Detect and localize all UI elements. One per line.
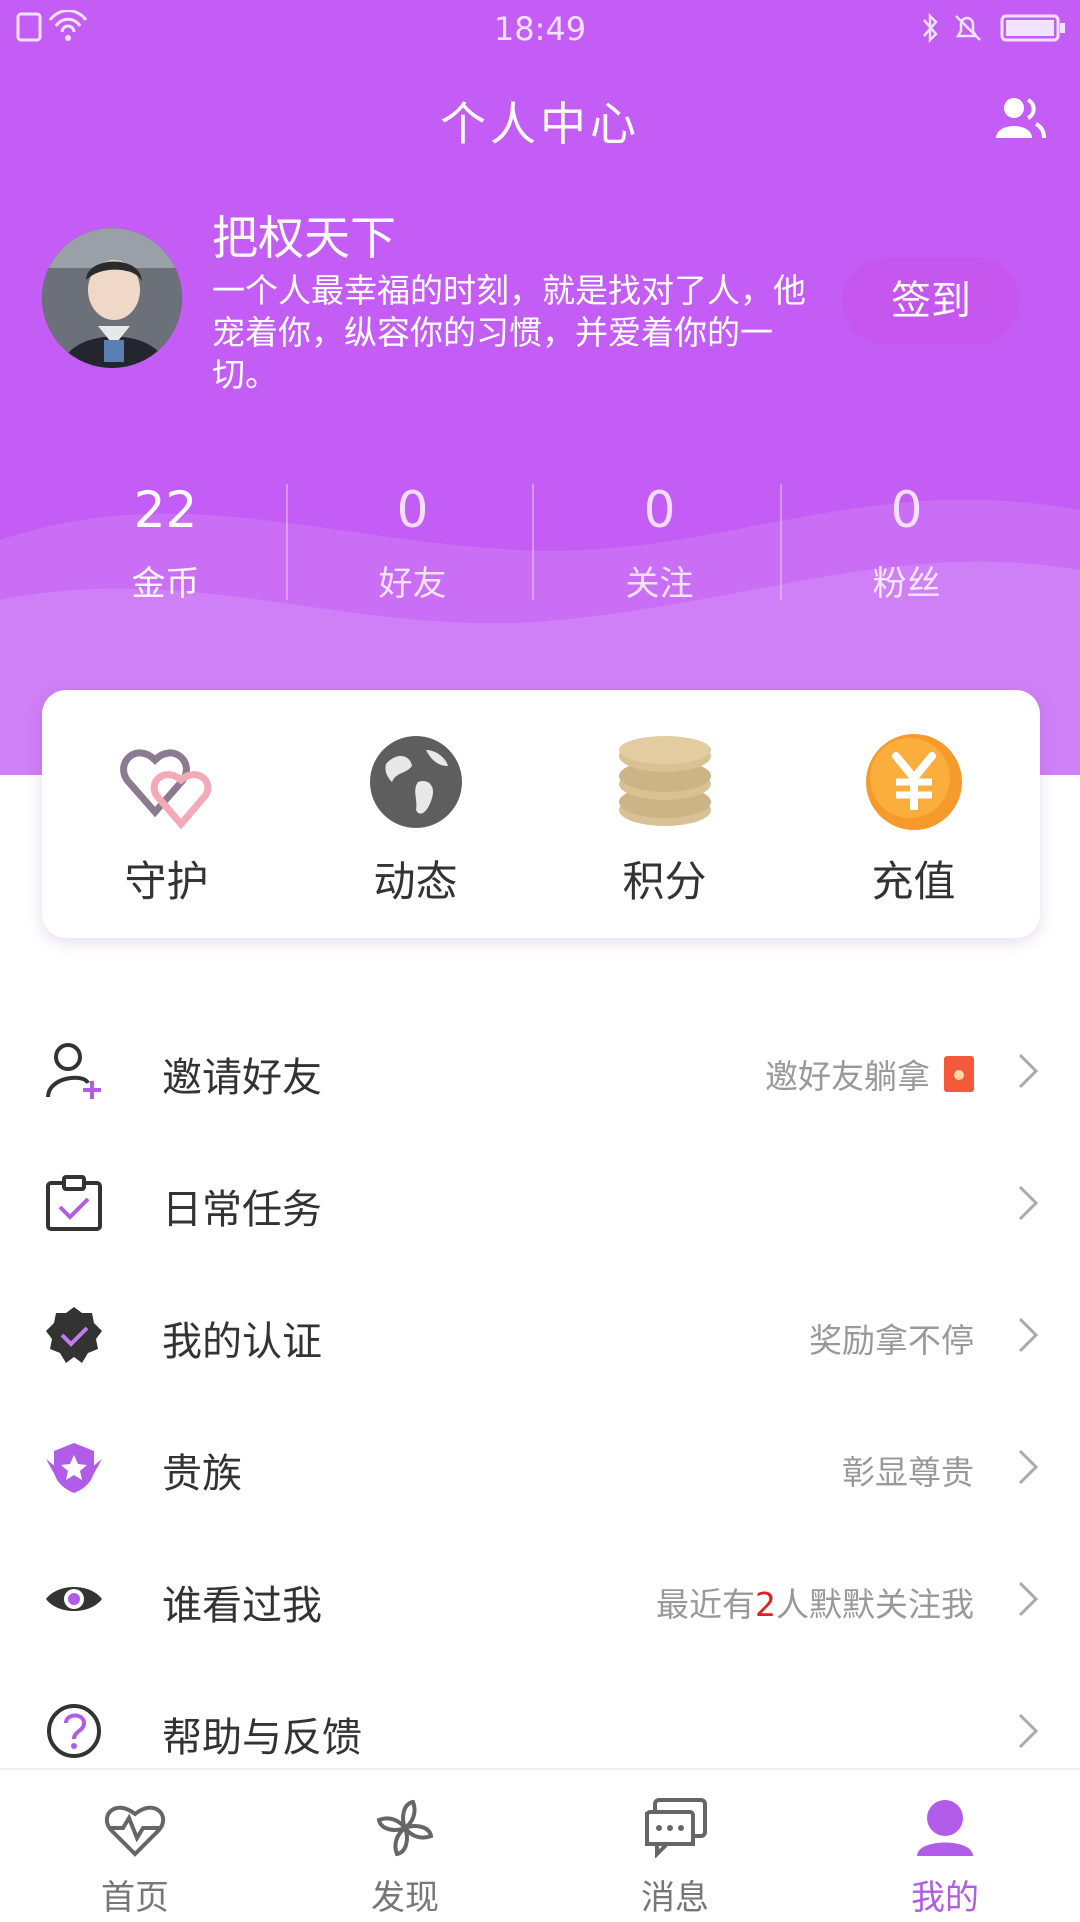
stat-divider — [532, 484, 534, 600]
menu-item-label: 日常任务 — [162, 1187, 322, 1233]
subtext-suffix: 人默默关注我 — [776, 1585, 974, 1624]
menu-item-noble[interactable]: 贵族 彰显尊贵 — [0, 1401, 1080, 1533]
pinwheel-icon — [376, 1799, 434, 1857]
menu-item-subtext: 邀好友躺拿 — [765, 1050, 974, 1098]
menu-item-label: 我的认证 — [162, 1319, 322, 1365]
visitor-count: 2 — [755, 1585, 776, 1624]
menu-item-label: 邀请好友 — [162, 1055, 322, 1101]
status-right-icons — [920, 12, 1070, 48]
stat-label: 好友 — [378, 564, 447, 604]
chevron-right-icon — [1018, 1713, 1039, 1749]
menu-item-subtext: 奖励拿不停 — [809, 1321, 974, 1360]
tab-messages[interactable]: 消息 — [540, 1770, 810, 1922]
quick-actions-card: 守护 动态 积分 充值 — [42, 690, 1040, 938]
chevron-right-icon — [1018, 1053, 1039, 1089]
verified-badge-icon — [46, 1307, 102, 1363]
quick-action-label: 充值 — [871, 857, 956, 906]
avatar[interactable] — [42, 228, 182, 368]
stat-value: 22 — [133, 481, 198, 539]
quick-action-recharge[interactable]: 充值 — [789, 690, 1038, 938]
battery-icon — [923, 12, 1065, 44]
menu-item-daily-tasks[interactable]: 日常任务 — [0, 1137, 1080, 1269]
menu-item-subtext: 最近有2人默默关注我 — [656, 1578, 974, 1626]
stat-divider — [780, 484, 782, 600]
chevron-right-icon — [1018, 1317, 1039, 1353]
contacts-icon[interactable] — [994, 96, 1046, 140]
chat-icon — [645, 1798, 707, 1858]
avatar-image — [42, 228, 182, 368]
stat-divider — [286, 484, 288, 600]
menu-item-subtext: 彰显尊贵 — [842, 1453, 974, 1492]
stat-coins[interactable]: 22 金币 — [42, 480, 289, 605]
quick-action-moments[interactable]: 动态 — [291, 690, 540, 938]
menu-item-label: 谁看过我 — [162, 1583, 322, 1629]
menu-item-label: 帮助与反馈 — [162, 1715, 362, 1761]
quick-action-label: 动态 — [373, 857, 458, 906]
chevron-right-icon — [1018, 1449, 1039, 1485]
tab-discover[interactable]: 发现 — [270, 1770, 540, 1922]
tab-label: 消息 — [641, 1878, 709, 1918]
tab-label: 我的 — [911, 1878, 979, 1918]
red-packet-icon — [944, 1056, 974, 1092]
status-time: 18:49 — [493, 10, 587, 48]
stat-label: 粉丝 — [872, 564, 941, 604]
add-user-icon — [46, 1043, 101, 1099]
username: 把权天下 — [212, 211, 396, 265]
stats-row: 22 金币 0 好友 0 关注 0 粉丝 — [0, 480, 1080, 610]
eye-icon — [46, 1587, 102, 1611]
quick-action-guard[interactable]: 守护 — [42, 690, 291, 938]
heartbeat-icon — [104, 1805, 166, 1857]
stat-friends[interactable]: 0 好友 — [289, 480, 536, 605]
stat-following[interactable]: 0 关注 — [536, 480, 783, 605]
stat-label: 金币 — [131, 564, 200, 604]
menu-item-verification[interactable]: 我的认证 奖励拿不停 — [0, 1269, 1080, 1401]
tab-label: 首页 — [101, 1878, 169, 1918]
quick-action-label: 积分 — [622, 857, 707, 906]
chevron-right-icon — [1018, 1185, 1039, 1221]
chevron-right-icon — [1018, 1581, 1039, 1617]
subtext-prefix: 最近有 — [656, 1585, 755, 1624]
quick-action-label: 守护 — [124, 857, 209, 906]
coins-icon — [619, 736, 711, 826]
hearts-icon — [120, 749, 212, 830]
stat-fans[interactable]: 0 粉丝 — [783, 480, 1030, 605]
menu-item-label: 贵族 — [162, 1451, 242, 1497]
stat-value: 0 — [890, 481, 923, 539]
stat-label: 关注 — [625, 564, 694, 604]
menu-item-invite-friends[interactable]: 邀请好友 邀好友躺拿 — [0, 1005, 1080, 1137]
tab-label: 发现 — [371, 1878, 439, 1918]
signin-button[interactable]: 签到 — [842, 257, 1020, 345]
noble-badge-icon — [46, 1443, 102, 1493]
globe-icon — [370, 736, 462, 828]
menu-item-visitors[interactable]: 谁看过我 最近有2人默默关注我 — [0, 1533, 1080, 1665]
clipboard-check-icon — [46, 1175, 102, 1231]
help-icon — [47, 1704, 101, 1758]
tab-home[interactable]: 首页 — [0, 1770, 270, 1922]
stat-value: 0 — [396, 481, 429, 539]
status-bar: 18:49 — [0, 0, 1080, 58]
person-icon — [917, 1800, 973, 1856]
quick-action-points[interactable]: 积分 — [540, 690, 789, 938]
yuan-icon — [866, 734, 962, 830]
profile-bio: 一个人最幸福的时刻，就是找对了人，他宠着你，纵容你的习惯，并爱着你的一切。 — [212, 271, 806, 394]
subtext: 邀好友躺拿 — [765, 1057, 930, 1096]
tab-me[interactable]: 我的 — [810, 1770, 1080, 1922]
page-title: 个人中心 — [440, 97, 640, 151]
stat-value: 0 — [643, 481, 676, 539]
bottom-tab-bar: 首页 发现 消息 我的 — [0, 1768, 1080, 1922]
